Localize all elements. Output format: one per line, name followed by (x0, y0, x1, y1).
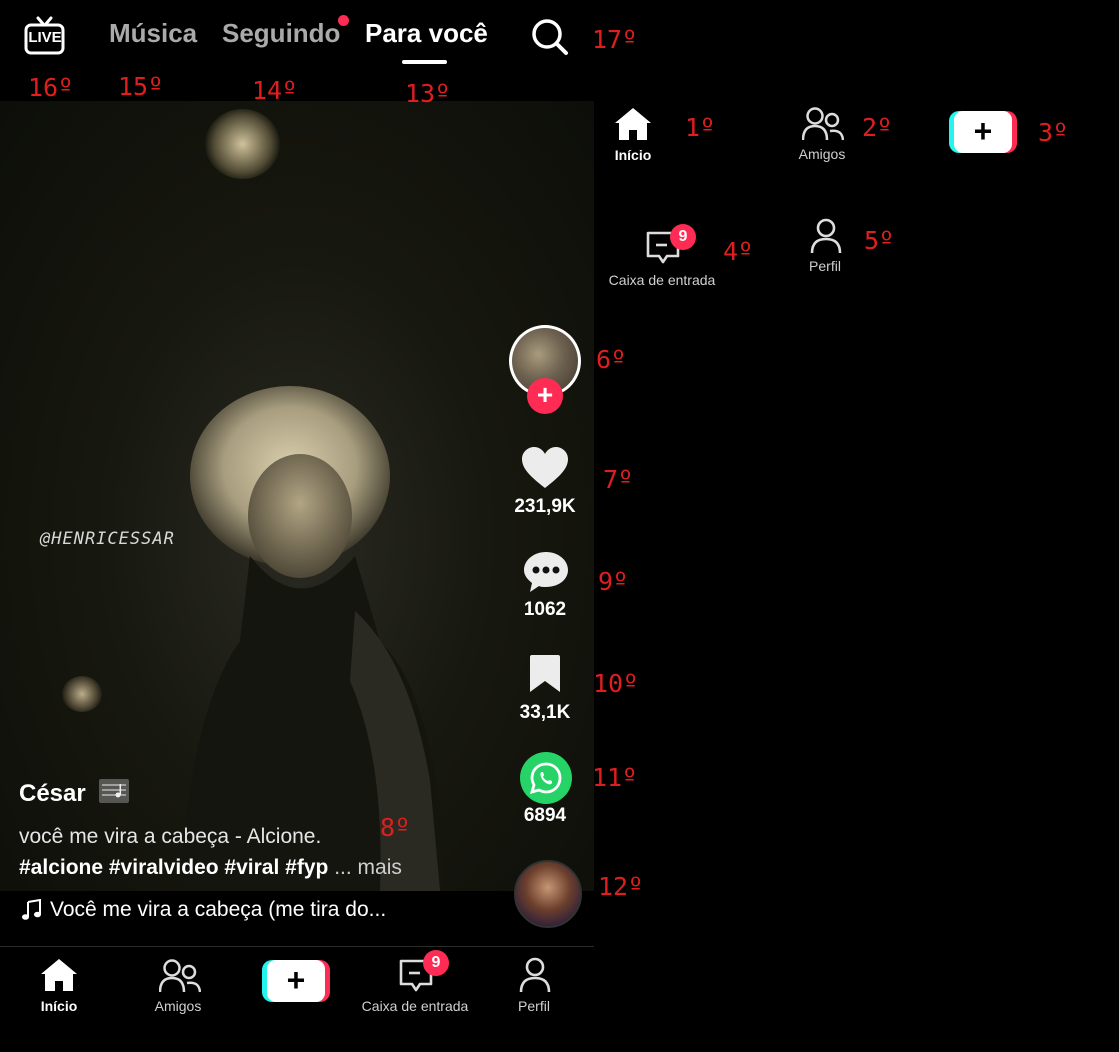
create-button[interactable]: + (262, 960, 330, 1002)
live-button[interactable]: LIVE (24, 16, 66, 56)
sound-disc[interactable] (514, 860, 582, 928)
marker-8: 8º (380, 813, 411, 842)
marker-14: 14º (252, 76, 298, 105)
save-count: 33,1K (519, 702, 571, 723)
marker-16: 16º (28, 73, 74, 102)
search-button[interactable] (530, 17, 570, 62)
marker-7: 7º (603, 465, 634, 494)
marker-11: 11º (592, 763, 638, 792)
friends-icon (158, 959, 202, 993)
gallery-profile (809, 218, 843, 259)
nav-profile[interactable] (518, 957, 552, 998)
tab-para-voce[interactable]: Para você (365, 18, 488, 49)
light-bokeh (205, 109, 280, 179)
comment-icon (524, 552, 568, 592)
nav-friends[interactable] (158, 958, 202, 999)
creator-username[interactable]: César (19, 777, 132, 808)
whatsapp-icon (529, 762, 562, 795)
username-text: César (19, 780, 86, 807)
follow-button[interactable]: + (527, 378, 563, 414)
home-icon (41, 959, 77, 991)
gallery-friends (801, 106, 845, 147)
video-watermark: @HENRICESSAR (40, 529, 175, 549)
sound-name[interactable]: Você me vira a cabeça (me tira do... (50, 898, 386, 922)
video-description: você me vira a cabeça - Alcione. (19, 825, 322, 848)
friends-icon (801, 107, 845, 141)
music-sheet-emoji-icon (99, 779, 130, 803)
comment-button[interactable] (522, 550, 570, 599)
marker-9: 9º (598, 567, 629, 596)
marker-15: 15º (118, 72, 164, 101)
new-content-dot (338, 15, 349, 26)
more-link[interactable]: ... mais (334, 856, 402, 879)
marker-4: 4º (723, 237, 754, 266)
plus-icon: + (267, 960, 325, 1002)
marker-6: 6º (596, 345, 627, 374)
nav-profile-label: Perfil (518, 998, 550, 1014)
like-button[interactable] (521, 446, 569, 495)
search-icon (532, 19, 568, 55)
comment-count: 1062 (523, 599, 567, 620)
gallery-inbox-badge: 9 (670, 224, 696, 250)
music-note-icon (21, 898, 43, 926)
gallery-profile-label: Perfil (809, 258, 841, 274)
like-count: 231,9K (514, 496, 576, 517)
marker-12: 12º (598, 872, 644, 901)
gallery-create: + (949, 111, 1017, 153)
marker-17: 17º (592, 25, 638, 54)
home-icon (615, 108, 651, 140)
inbox-badge: 9 (423, 950, 449, 976)
profile-icon (519, 957, 551, 993)
marker-1: 1º (685, 113, 716, 142)
bookmark-icon (530, 655, 560, 692)
nav-divider (0, 946, 594, 947)
hashtags-line: #alcione #viralvideo #viral #fyp ... mai… (19, 856, 402, 880)
gallery-friends-label: Amigos (798, 146, 846, 162)
nav-friends-label: Amigos (154, 998, 202, 1014)
tab-seguindo[interactable]: Seguindo (222, 18, 340, 49)
marker-5: 5º (864, 226, 895, 255)
plus-icon: + (954, 111, 1012, 153)
marker-2: 2º (862, 113, 893, 142)
gallery-home (613, 106, 653, 147)
marker-3: 3º (1038, 118, 1069, 147)
heart-icon (522, 447, 568, 488)
tab-musica[interactable]: Música (109, 18, 197, 49)
marker-13: 13º (405, 79, 451, 108)
share-count: 6894 (523, 805, 567, 826)
share-whatsapp-button[interactable] (520, 752, 572, 804)
save-button[interactable] (527, 654, 563, 699)
active-tab-indicator (402, 60, 447, 64)
marker-10: 10º (593, 669, 639, 698)
light-bokeh (62, 676, 102, 712)
gallery-home-label: Início (614, 147, 652, 163)
nav-home[interactable] (39, 957, 79, 998)
gallery-inbox-label: Caixa de entrada (608, 272, 716, 288)
live-label: LIVE (28, 29, 62, 46)
profile-icon (810, 218, 842, 254)
hashtags[interactable]: #alcione #viralvideo #viral #fyp (19, 856, 328, 879)
